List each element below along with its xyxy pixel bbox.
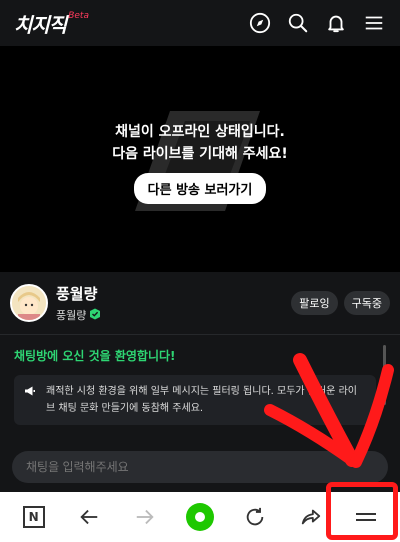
chat-panel: 채팅방에 오신 것을 환영합니다! 쾌적한 시청 환경을 위해 일부 메시지는 … bbox=[0, 334, 400, 492]
search-icon[interactable] bbox=[286, 11, 310, 35]
menu-icon[interactable] bbox=[346, 497, 386, 537]
subscribed-button[interactable]: 구독중 bbox=[343, 291, 390, 315]
chat-input[interactable] bbox=[12, 451, 388, 483]
chat-scrollbar[interactable] bbox=[383, 345, 386, 405]
naver-n-icon[interactable]: N bbox=[14, 497, 54, 537]
watch-other-streams-button[interactable]: 다른 방송 보러가기 bbox=[133, 173, 267, 204]
back-arrow-icon[interactable] bbox=[69, 497, 109, 537]
home-icon[interactable] bbox=[180, 497, 220, 537]
share-icon[interactable] bbox=[291, 497, 331, 537]
naver-n-label: N bbox=[22, 506, 45, 528]
beta-badge: Beta bbox=[68, 10, 89, 21]
chat-notice-text: 쾌적한 시청 환경을 위해 일부 메시지는 필터링 됩니다. 모두가 즐거운 라… bbox=[46, 386, 357, 414]
verified-icon bbox=[89, 308, 101, 323]
chat-notice: 쾌적한 시청 환경을 위해 일부 메시지는 필터링 됩니다. 모두가 즐거운 라… bbox=[14, 375, 376, 425]
top-app-bar: 치지직 Beta bbox=[0, 0, 400, 46]
offline-message-line2: 다음 라이브를 기대해 주세요! bbox=[112, 146, 288, 162]
forward-arrow-icon[interactable] bbox=[125, 497, 165, 537]
megaphone-icon bbox=[24, 385, 36, 403]
following-button[interactable]: 팔로잉 bbox=[291, 291, 338, 315]
compass-icon[interactable] bbox=[248, 11, 272, 35]
refresh-icon[interactable] bbox=[235, 497, 275, 537]
video-player[interactable]: 채널이 오프라인 상태입니다. 다음 라이브를 기대해 주세요! 다른 방송 보… bbox=[0, 46, 400, 272]
channel-name[interactable]: 풍월량 bbox=[56, 307, 86, 323]
menu-icon[interactable] bbox=[362, 11, 386, 35]
browser-bottom-bar: N bbox=[0, 492, 400, 542]
channel-title: 풍월량 bbox=[56, 285, 98, 303]
bell-icon[interactable] bbox=[324, 11, 348, 35]
chzzk-logo[interactable]: 치지직 Beta bbox=[14, 9, 89, 38]
channel-info: 풍월량 풍월량 팔로잉 구독중 bbox=[0, 272, 400, 334]
offline-message-line1: 채널이 오프라인 상태입니다. bbox=[115, 124, 285, 140]
logo-text: 치지직 bbox=[14, 12, 67, 37]
chat-welcome-message: 채팅방에 오신 것을 환영합니다! bbox=[14, 349, 176, 363]
channel-avatar[interactable] bbox=[10, 284, 48, 322]
